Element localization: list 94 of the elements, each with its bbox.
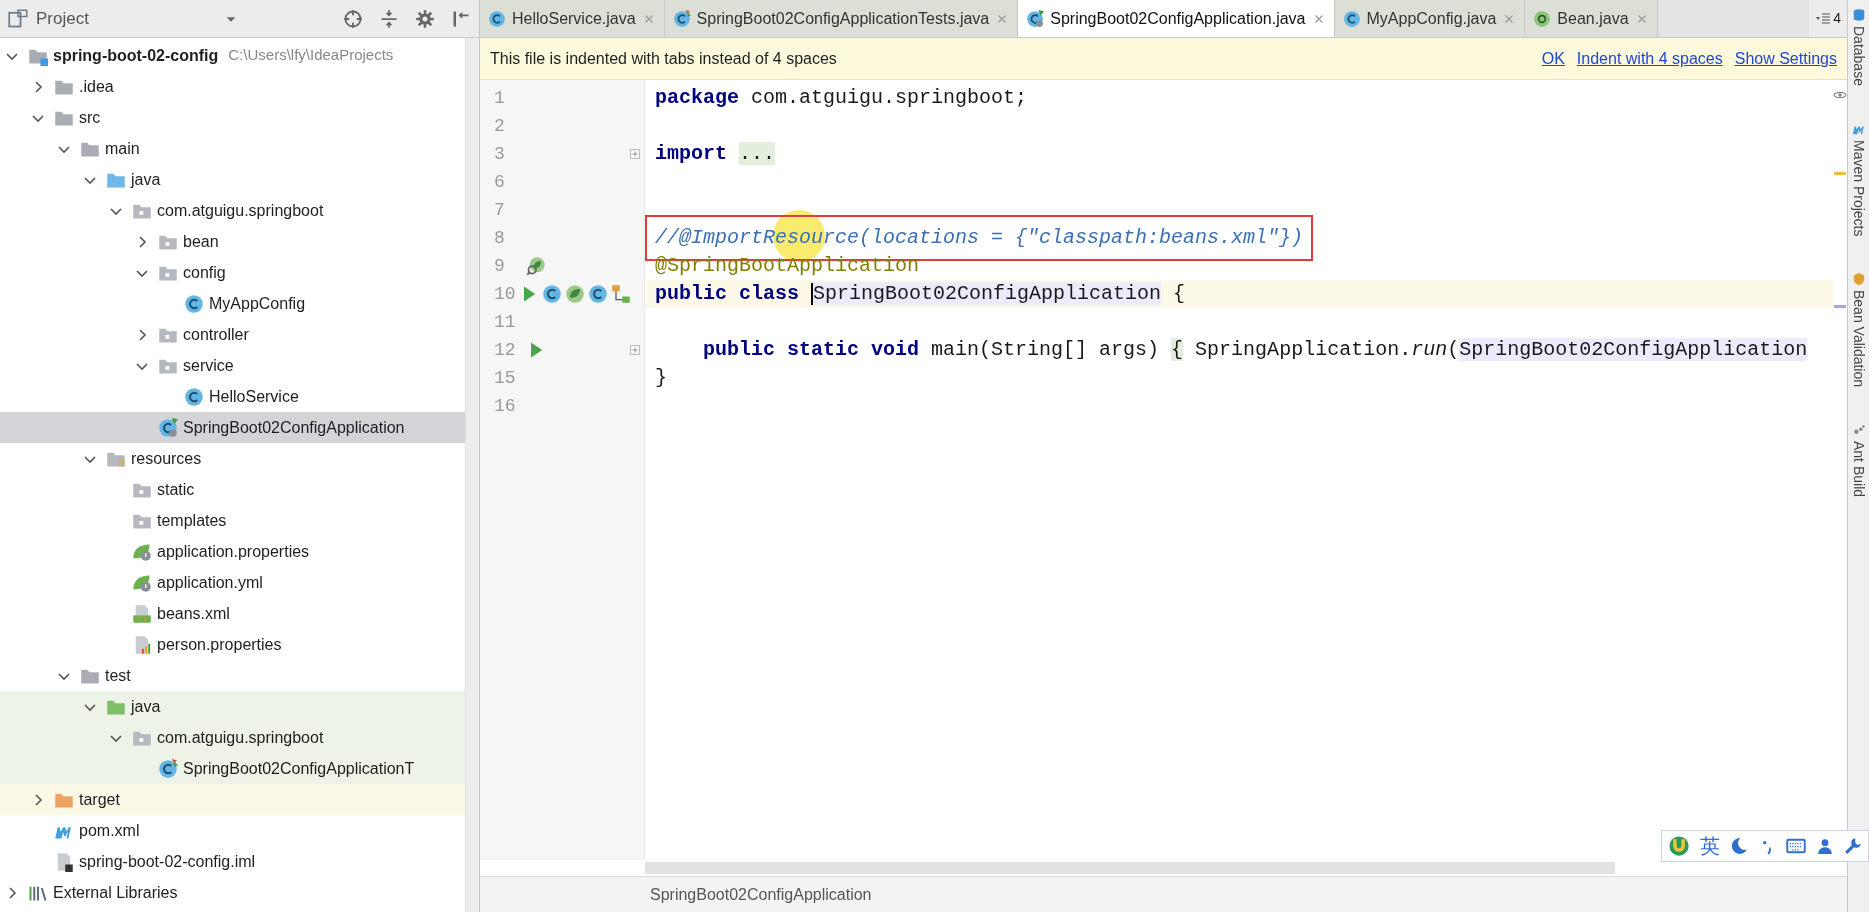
code-line: public static void main(String[] args) { SpringApplication.run(SpringBoot02ConfigApplication: [702, 337, 1808, 363]
tree-item[interactable]: static: [0, 474, 465, 505]
line-number: 9: [493, 254, 506, 278]
moon-icon[interactable]: [1730, 837, 1748, 855]
tool-window-button[interactable]: Bean Validation: [1848, 272, 1869, 388]
editor-tab[interactable]: HelloService.java: [480, 0, 665, 37]
tree-item[interactable]: application.properties: [0, 536, 465, 567]
vertical-scrollbar[interactable]: [465, 38, 479, 912]
class-icon: [184, 386, 204, 407]
class-icon: [1342, 9, 1361, 28]
tree-item[interactable]: bean: [0, 226, 465, 257]
tree-item[interactable]: java: [0, 691, 465, 722]
keyboard-icon[interactable]: [1786, 836, 1806, 856]
tree-item[interactable]: SpringBoot02ConfigApplication: [0, 412, 465, 443]
line-number: 8: [493, 226, 506, 250]
tree-item[interactable]: com.atguigu.springboot: [0, 722, 465, 753]
fold-marker-icon[interactable]: [628, 343, 642, 357]
class-icon[interactable]: [542, 284, 563, 304]
tree-item[interactable]: application.yml: [0, 567, 465, 598]
class-icon: [184, 293, 204, 314]
bean-icon[interactable]: [565, 284, 586, 304]
code-line: }: [655, 365, 667, 391]
wrench-icon[interactable]: [1844, 837, 1862, 855]
editor-tab[interactable]: Bean.java: [1525, 0, 1658, 37]
tab-overflow-button[interactable]: 4: [1809, 0, 1847, 37]
line-number: 12: [493, 338, 517, 362]
collapse-all-icon[interactable]: [379, 8, 399, 29]
tree-item[interactable]: HelloService: [0, 381, 465, 412]
usage-marker[interactable]: [1834, 305, 1846, 308]
notification-link[interactable]: Show Settings: [1734, 46, 1837, 71]
fold-marker-icon[interactable]: [628, 147, 642, 161]
line-number: 16: [493, 394, 517, 418]
tree-item[interactable]: config: [0, 257, 465, 288]
class-icon: [488, 9, 506, 28]
tree-item[interactable]: target: [0, 784, 465, 815]
user-icon[interactable]: [1816, 837, 1834, 855]
tree-item[interactable]: test: [0, 660, 465, 691]
tree-item[interactable]: .idea: [0, 71, 465, 102]
tree-item[interactable]: service: [0, 350, 465, 381]
shield-icon: [1851, 272, 1866, 287]
annotation-icon: [1533, 9, 1552, 28]
editor-tab[interactable]: MyAppConfig.java: [1334, 0, 1526, 37]
project-path: C:\Users\lfy\IdeaProjects: [228, 45, 394, 66]
line-number: 10: [493, 282, 517, 306]
database-icon: [1851, 8, 1866, 22]
class-leaf-icon: [158, 417, 178, 438]
bean-search-icon[interactable]: [526, 256, 546, 276]
tree-item[interactable]: java: [0, 164, 465, 195]
tree-item[interactable]: MyAppConfig: [0, 288, 465, 319]
tree-item[interactable]: templates: [0, 505, 465, 536]
breadcrumb[interactable]: SpringBoot02ConfigApplication: [650, 882, 872, 907]
xml-file-icon: [132, 603, 152, 624]
tree-item[interactable]: src: [0, 102, 465, 133]
list-icon: [1815, 10, 1832, 27]
tree-item[interactable]: spring-boot-02-config.iml: [0, 846, 465, 877]
tree-item[interactable]: com.atguigu.springboot: [0, 195, 465, 226]
locate-icon[interactable]: [343, 8, 363, 29]
editor-tab[interactable]: SpringBoot02ConfigApplicationTests.java: [664, 0, 1019, 37]
tree-item[interactable]: person.properties: [0, 629, 465, 660]
code-line: public class SpringBoot02ConfigApplication {: [655, 281, 1186, 307]
notification-message: This file is indented with tabs instead of 4 spaces: [490, 48, 837, 69]
line-number: 11: [493, 310, 517, 334]
tool-window-button[interactable]: Maven Projects: [1848, 121, 1869, 237]
notification-link[interactable]: Indent with 4 spaces: [1576, 46, 1723, 71]
line-number: 15: [493, 366, 517, 390]
line-number: 2: [493, 114, 506, 138]
line-number: 7: [493, 198, 506, 222]
tree-item[interactable]: pom.xml: [0, 815, 465, 846]
tool-window-button[interactable]: Database: [1848, 8, 1869, 86]
tree-item[interactable]: SpringBoot02ConfigApplicationT: [0, 753, 465, 784]
warning-marker[interactable]: [1834, 172, 1846, 175]
test-class-icon: [158, 758, 178, 779]
line-number: 6: [493, 170, 506, 194]
tree-item[interactable]: beans.xml: [0, 598, 465, 629]
line-number: 1: [493, 86, 506, 110]
class-icon[interactable]: [588, 284, 609, 304]
tree-item[interactable]: spring-boot-02-config C:\Users\lfy\IdeaProjects: [0, 40, 465, 71]
logo-icon[interactable]: [1668, 835, 1690, 857]
settings-icon[interactable]: [415, 8, 435, 29]
notification-link[interactable]: OK: [1541, 46, 1565, 71]
editor-tab[interactable]: SpringBoot02ConfigApplication.java: [1018, 0, 1335, 37]
code-line: import ...: [655, 141, 776, 167]
tree-item[interactable]: resources: [0, 443, 465, 474]
tree-item[interactable]: External Libraries: [0, 877, 465, 908]
class-leaf-icon: [1026, 9, 1045, 28]
code-line: package com.atguigu.springboot;: [655, 85, 1028, 111]
test-class-icon: [672, 9, 691, 28]
line-number: 3: [493, 142, 506, 166]
scrollbar-thumb[interactable]: [645, 862, 1615, 874]
input-mode-toggle[interactable]: 英: [1700, 831, 1720, 861]
tree-item[interactable]: main: [0, 133, 465, 164]
project-icon: [8, 8, 28, 29]
tool-window-button[interactable]: Ant Build: [1848, 423, 1869, 498]
tree-item[interactable]: controller: [0, 319, 465, 350]
